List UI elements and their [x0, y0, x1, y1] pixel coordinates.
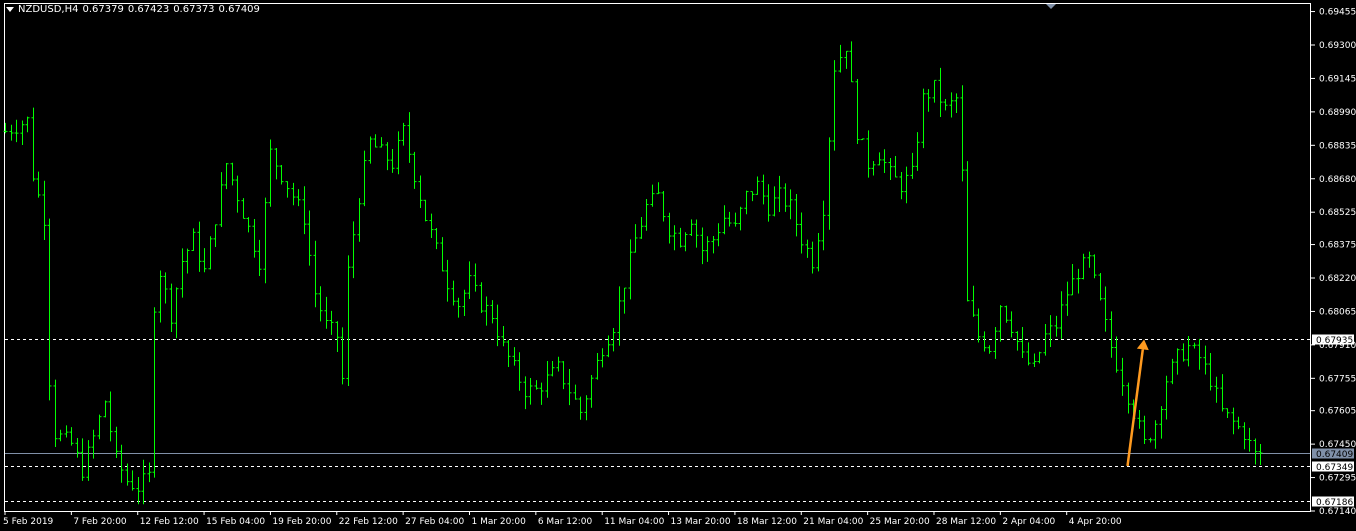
price-tick-label: 0.68220 — [1319, 274, 1356, 284]
price-tick-label: 0.69145 — [1319, 74, 1356, 84]
time-tick-label: 2 Apr 04:00 — [1002, 517, 1055, 527]
time-tick-label: 19 Feb 20:00 — [272, 517, 331, 527]
time-tick-label: 22 Feb 12:00 — [339, 517, 398, 527]
low-value: 0.67373 — [173, 4, 215, 15]
price-tick-label: 0.68375 — [1319, 241, 1356, 251]
price-tick-label: 0.68990 — [1319, 108, 1356, 118]
price-tick-label: 0.68680 — [1319, 175, 1356, 185]
price-chart[interactable]: 0.679350.674090.673490.67186 0.694550.69… — [0, 0, 1356, 531]
close-value: 0.67409 — [218, 4, 260, 15]
time-tick-label: 21 Mar 04:00 — [803, 517, 863, 527]
time-tick-label: 25 Mar 20:00 — [870, 517, 930, 527]
price-tick-label: 0.68065 — [1319, 307, 1356, 317]
time-tick-label: 6 Mar 12:00 — [538, 517, 593, 527]
time-tick-label: 1 Mar 20:00 — [471, 517, 526, 527]
time-tick-label: 7 Feb 20:00 — [73, 517, 127, 527]
dropdown-triangle-icon[interactable] — [6, 6, 14, 12]
price-tick-label: 0.67450 — [1319, 440, 1356, 450]
price-tick-label: 0.67755 — [1319, 374, 1356, 384]
price-tick-label: 0.67605 — [1319, 407, 1356, 417]
price-tick-label: 0.69300 — [1319, 41, 1356, 51]
time-tick-label: 13 Mar 20:00 — [671, 517, 731, 527]
symbol-header: NZDUSD,H4 0.67379 0.67423 0.67373 0.67409 — [6, 4, 264, 15]
price-tick-label: 0.68835 — [1319, 141, 1356, 151]
time-tick-label: 28 Mar 12:00 — [936, 517, 996, 527]
price-tick-label: 0.67295 — [1319, 474, 1356, 484]
price-tick-label: 0.68525 — [1319, 208, 1356, 218]
price-tag-label: 0.67409 — [1316, 450, 1353, 460]
open-value: 0.67379 — [82, 4, 124, 15]
price-tick-label: 0.67910 — [1319, 341, 1356, 351]
price-tag-label: 0.67349 — [1316, 463, 1353, 473]
time-tick-label: 18 Mar 12:00 — [737, 517, 797, 527]
price-tick-label: 0.67140 — [1319, 507, 1356, 517]
high-value: 0.67423 — [127, 4, 170, 15]
time-tick-label: 4 Apr 20:00 — [1069, 517, 1122, 527]
time-tick-label: 12 Feb 12:00 — [140, 517, 199, 527]
time-tick-label: 27 Feb 04:00 — [405, 517, 464, 527]
time-tick-label: 5 Feb 2019 — [3, 517, 54, 527]
price-tick-label: 0.69455 — [1319, 8, 1356, 18]
symbol-label: NZDUSD,H4 — [18, 4, 79, 15]
time-tick-label: 11 Mar 04:00 — [604, 517, 664, 527]
time-tick-label: 15 Feb 04:00 — [206, 517, 265, 527]
